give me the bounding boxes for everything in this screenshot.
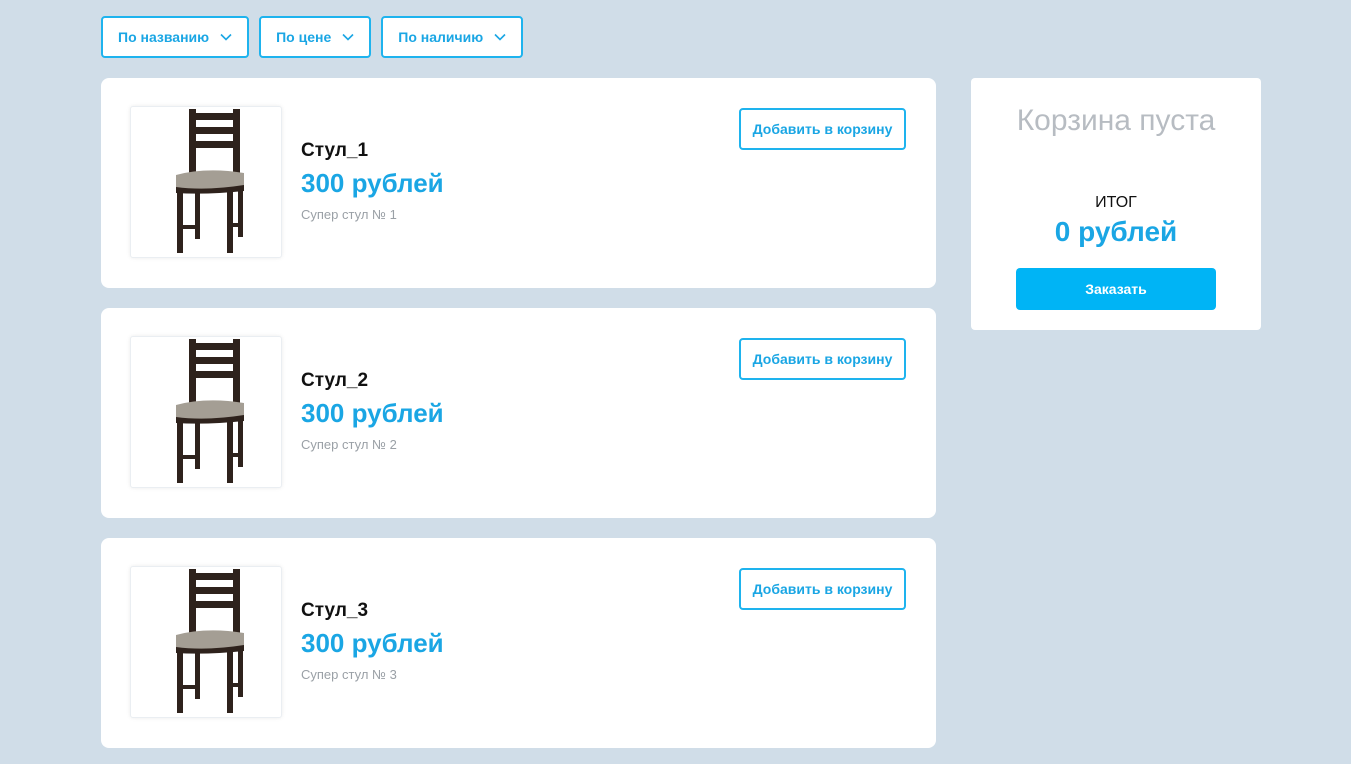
chevron-down-icon xyxy=(220,33,232,41)
product-name: Стул_1 xyxy=(301,140,369,161)
chair-image xyxy=(176,109,244,253)
product-info: Стул_3 300 рублей Супер стул № 3 xyxy=(301,600,444,682)
chevron-down-icon xyxy=(342,33,354,41)
filter-by-price-button[interactable]: По цене xyxy=(259,16,372,58)
page: По названию По цене По наличию Стул_1 30… xyxy=(0,0,1351,764)
product-description: Супер стул № 3 xyxy=(301,667,397,682)
product-price: 300 рублей xyxy=(301,398,444,428)
product-description: Супер стул № 2 xyxy=(301,437,397,452)
filter-label: По названию xyxy=(118,29,210,45)
filter-bar: По названию По цене По наличию xyxy=(101,16,524,58)
add-to-cart-button[interactable]: Добавить в корзину xyxy=(739,338,906,380)
product-info: Стул_1 300 рублей Супер стул № 1 xyxy=(301,140,444,222)
add-to-cart-button[interactable]: Добавить в корзину xyxy=(739,568,906,610)
filter-label: По наличию xyxy=(398,29,484,45)
product-image[interactable] xyxy=(130,566,282,718)
chair-image xyxy=(176,569,244,713)
product-card: Стул_3 300 рублей Супер стул № 3 Добавит… xyxy=(101,538,936,748)
product-name: Стул_3 xyxy=(301,600,369,621)
cart-empty-message: Корзина пуста xyxy=(1016,104,1216,137)
total-value: 0 рублей xyxy=(1054,216,1178,247)
add-to-cart-button[interactable]: Добавить в корзину xyxy=(739,108,906,150)
cart-panel: Корзина пуста ИТОГ 0 рублей Заказать xyxy=(971,78,1261,330)
product-image[interactable] xyxy=(130,336,282,488)
order-button[interactable]: Заказать xyxy=(1016,268,1216,310)
filter-by-availability-button[interactable]: По наличию xyxy=(381,16,524,58)
filter-label: По цене xyxy=(276,29,332,45)
product-card: Стул_2 300 рублей Супер стул № 2 Добавит… xyxy=(101,308,936,518)
product-image[interactable] xyxy=(130,106,282,258)
chair-image xyxy=(176,339,244,483)
product-description: Супер стул № 1 xyxy=(301,207,397,222)
product-list: Стул_1 300 рублей Супер стул № 1 Добавит… xyxy=(101,78,936,764)
product-info: Стул_2 300 рублей Супер стул № 2 xyxy=(301,370,444,452)
chevron-down-icon xyxy=(494,33,506,41)
product-name: Стул_2 xyxy=(301,370,369,391)
product-card: Стул_1 300 рублей Супер стул № 1 Добавит… xyxy=(101,78,936,288)
filter-by-name-button[interactable]: По названию xyxy=(101,16,250,58)
product-price: 300 рублей xyxy=(301,168,444,198)
product-price: 300 рублей xyxy=(301,628,444,658)
total-label: ИТОГ xyxy=(1095,194,1137,211)
